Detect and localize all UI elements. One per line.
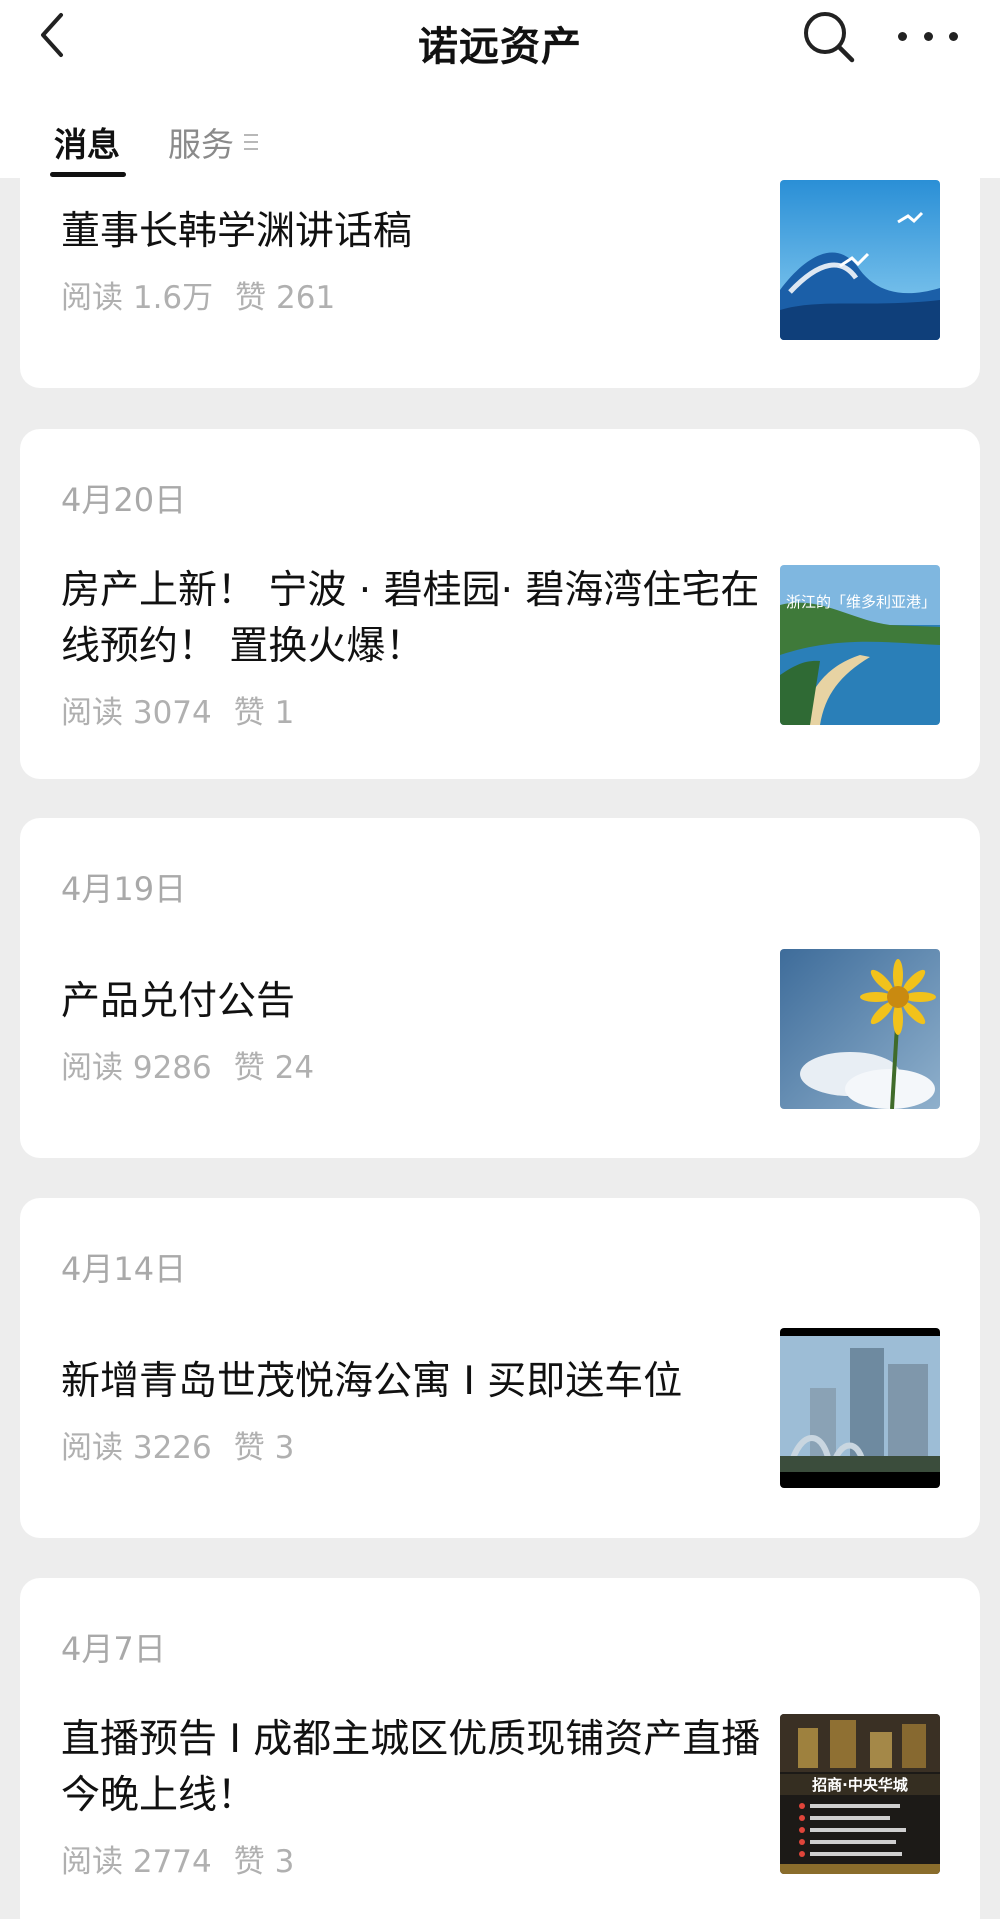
search-button[interactable] [800,8,858,66]
menu-icon [244,134,258,150]
read-count: 阅读 9286 [61,1050,212,1086]
article-stats: 阅读 1.6万 赞 261 [61,272,335,317]
read-count: 阅读 3074 [61,695,212,731]
article-card[interactable]: 4月19日 产品兑付公告 阅读 9286 赞 24 [20,818,980,1158]
tab-services[interactable]: 服务 [168,118,258,166]
tab-services-label: 服务 [168,125,234,164]
article-stats: 阅读 3226 赞 3 [61,1422,294,1467]
more-horizontal-icon [898,31,907,41]
article-thumbnail[interactable] [780,949,940,1109]
article-date: 4月7日 [61,1630,166,1668]
read-count: 阅读 3226 [61,1430,212,1466]
article-stats: 阅读 2774 赞 3 [61,1836,294,1881]
tab-bar: 消息 服务 [0,100,1000,178]
article-card[interactable]: 4月14日 新增青岛世茂悦海公寓 I 买即送车位 阅读 3226 赞 3 [20,1198,980,1538]
article-thumbnail[interactable] [780,1328,940,1488]
article-card[interactable]: 4月7日 直播预告 I 成都主城区优质现铺资产直播今晚上线！ 阅读 2774 赞… [20,1578,980,1919]
read-count: 阅读 1.6万 [61,280,214,316]
like-count: 赞 3 [233,1844,295,1880]
article-thumbnail[interactable]: 浙江的「维多利亚港」 [780,565,940,725]
like-count: 赞 3 [233,1430,295,1466]
article-stats: 阅读 3074 赞 1 [61,687,294,732]
article-thumbnail[interactable]: 招商·中央华城 [780,1714,940,1874]
article-title[interactable]: 董事长韩学渊讲话稿 [61,204,761,260]
more-dot [949,31,958,41]
search-icon [804,12,855,63]
article-date: 4月14日 [61,1250,187,1288]
article-title[interactable]: 新增青岛世茂悦海公寓 I 买即送车位 [61,1354,761,1410]
active-tab-indicator [50,172,126,177]
thumbnail-caption: 浙江的「维多利亚港」 [786,593,937,611]
tab-messages[interactable]: 消息 [54,118,120,166]
like-count: 赞 261 [235,280,336,316]
thumbnail-caption: 招商·中央华城 [780,1774,940,1795]
article-title[interactable]: 房产上新！ 宁波 · 碧桂园· 碧海湾住宅在线预约！ 置换火爆！ [61,563,761,675]
article-stats: 阅读 9286 赞 24 [61,1042,314,1087]
top-bar: 诺远资产 [0,0,1000,72]
more-button[interactable] [898,18,958,54]
article-title[interactable]: 直播预告 I 成都主城区优质现铺资产直播今晚上线！ [61,1712,761,1824]
app-header: 诺远资产 消息 服务 [0,0,1000,178]
article-title[interactable]: 产品兑付公告 [61,974,761,1030]
article-date: 4月20日 [61,481,187,519]
like-count: 赞 24 [233,1050,315,1086]
article-thumbnail[interactable] [780,180,940,340]
article-card[interactable]: 4月20日 房产上新！ 宁波 · 碧桂园· 碧海湾住宅在线预约！ 置换火爆！ 阅… [20,429,980,779]
more-dot [923,31,933,41]
read-count: 阅读 2774 [61,1844,212,1880]
article-date: 4月19日 [61,870,187,908]
like-count: 赞 1 [233,695,295,731]
